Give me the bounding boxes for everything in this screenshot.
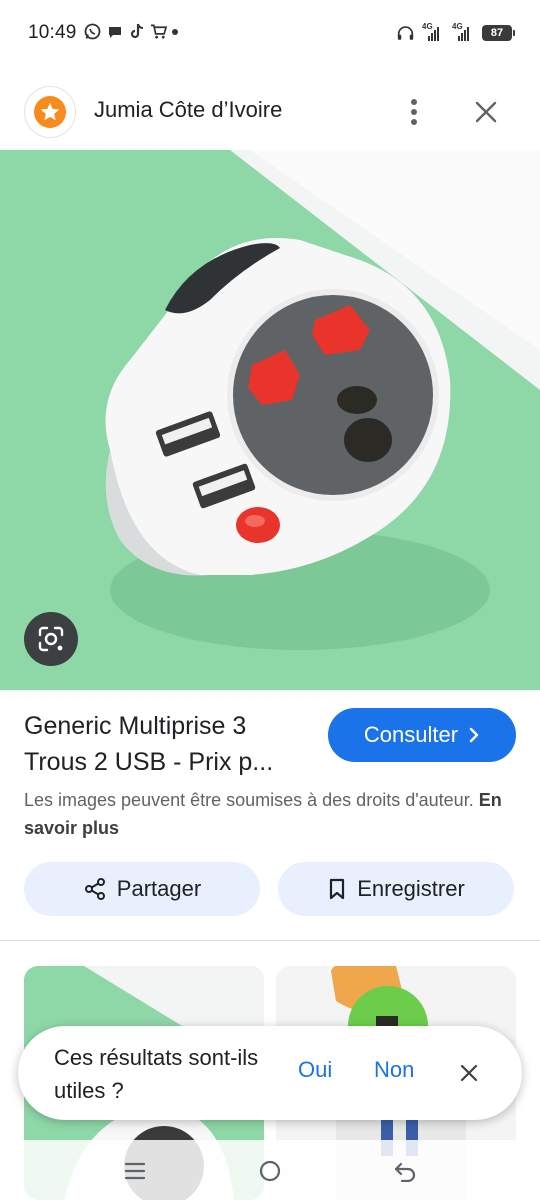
share-label: Partager [116,876,202,901]
action-row: Partager Enregistrer [24,862,514,916]
more-vert-icon [411,99,417,125]
whatsapp-icon [84,23,101,40]
feedback-question: Ces résultats sont-ils utiles ? [54,1045,259,1103]
more-notifications-dot [172,28,178,35]
home-button[interactable] [255,1156,285,1186]
network-type-1: 4G [422,21,433,31]
star-icon [34,96,66,128]
save-label: Enregistrer [357,876,465,901]
chevron-right-icon [469,727,479,743]
recent-apps-button[interactable] [120,1156,150,1186]
consult-label: Consulter [363,722,459,747]
copyright-notice: Les images peuvent être soumises à des d… [24,786,514,842]
consult-button[interactable]: Consulter [328,708,516,762]
headphones-icon [397,24,414,41]
tiktok-icon [128,23,145,40]
copyright-text: Les images peuvent être soumises à des d… [24,790,474,810]
lens-icon [38,626,64,652]
bookmark-icon [330,878,345,900]
back-button[interactable] [390,1156,420,1186]
battery-indicator: 87 [482,24,515,41]
site-title: Jumia Côte d’Ivoire [94,97,283,122]
more-options-button[interactable] [398,92,430,132]
viewer-header: Jumia Côte d’Ivoire [0,80,540,144]
signal-4g-icon-1: 4G [422,21,444,41]
share-icon [84,878,105,900]
section-divider [0,940,540,941]
feedback-close-button[interactable] [456,1060,482,1086]
signal-4g-icon-2: 4G [452,21,474,41]
system-nav-bar [0,1140,540,1200]
power-adapter-image [105,150,540,650]
close-icon [460,1064,478,1082]
network-type-2: 4G [452,21,463,31]
feedback-card: Ces résultats sont-ils utiles ? Oui Non [18,1026,522,1120]
result-title[interactable]: Generic Multiprise 3 Trous 2 USB - Prix … [24,708,314,780]
feedback-yes-button[interactable]: Oui [298,1057,332,1083]
back-icon [394,1162,416,1182]
notification-icons [84,23,178,40]
save-button[interactable]: Enregistrer [278,862,514,916]
close-button[interactable] [466,92,506,132]
feedback-no-button[interactable]: Non [374,1057,414,1083]
status-bar: 10:49 4G 4G 87 [0,0,540,70]
google-lens-button[interactable] [24,612,78,666]
recents-icon [124,1162,146,1180]
product-image[interactable] [0,150,540,690]
share-button[interactable]: Partager [24,862,260,916]
status-time: 10:49 [28,22,77,43]
cart-icon [150,23,167,40]
system-status-icons: 4G 4G 87 [397,21,515,41]
close-icon [475,101,497,123]
home-circle-icon [259,1160,281,1182]
site-favicon [24,86,76,138]
chat-bubble-icon [106,23,123,40]
